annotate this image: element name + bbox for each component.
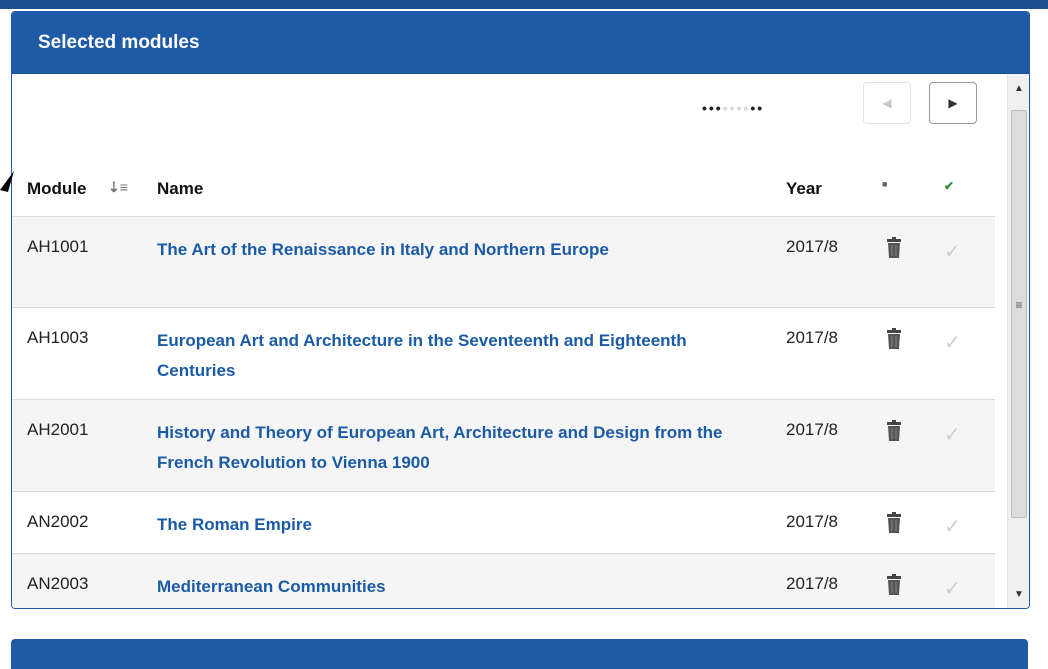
module-name-link[interactable]: The Art of the Renaissance in Italy and … [157,235,767,265]
sort-icon[interactable]: ⇣≡ [108,179,128,196]
module-code: AH2001 [27,420,89,439]
trash-icon[interactable] [886,512,902,534]
trash-icon[interactable] [886,237,902,259]
mouse-cursor-icon [0,171,14,192]
trash-icon[interactable] [886,574,902,596]
caret-left-icon: ◀ [882,96,892,110]
module-code: AH1003 [27,328,89,347]
confirm-check-icon[interactable]: ✓ [944,239,961,264]
module-code: AH1001 [27,237,89,256]
table-row: AH1003 European Art and Architecture in t… [12,307,995,399]
table-header: Module ⇣≡ Name Year ■ ✔ [12,165,1007,215]
scroll-up-icon[interactable]: ▲ [1008,78,1029,100]
table-row: AN2002 The Roman Empire 2017/8 ✓ [12,491,995,553]
page-indicator-dots: ••••••••• [702,100,765,116]
module-name-link[interactable]: The Roman Empire [157,510,767,540]
module-name-link[interactable]: European Art and Architecture in the Sev… [157,326,767,386]
next-page-button[interactable]: ▶ [929,82,977,124]
module-name-link[interactable]: Mediterranean Communities [157,572,767,602]
scroll-down-icon[interactable]: ▼ [1008,584,1029,606]
delete-column-icon: ■ [882,179,888,189]
table-row: AH2001 History and Theory of European Art… [12,399,995,491]
panel-title: Selected modules [12,12,1029,74]
module-code: AN2002 [27,512,89,531]
confirm-column-icon: ✔ [944,179,955,193]
module-name-link[interactable]: History and Theory of European Art, Arch… [157,418,767,478]
module-year: 2017/8 [786,237,838,256]
module-year: 2017/8 [786,328,838,347]
prev-page-button[interactable]: ◀ [863,82,911,124]
pager: ••••••••• ◀ ▶ [12,82,1007,142]
module-year: 2017/8 [786,512,838,531]
column-name[interactable]: Name [157,179,203,199]
grip-icon: ≡ [1015,298,1023,312]
panel-body: ••••••••• ◀ ▶ Module ⇣≡ Name Year ■ ✔ AH… [12,74,1029,608]
confirm-check-icon[interactable]: ✓ [944,422,961,447]
column-year[interactable]: Year [786,179,822,199]
top-accent-bar [0,0,1048,9]
table-row: AH1001 The Art of the Renaissance in Ital… [12,216,995,307]
module-year: 2017/8 [786,420,838,439]
vertical-scrollbar[interactable]: ▲ ≡ ▼ [1007,74,1029,608]
confirm-check-icon[interactable]: ✓ [944,576,961,601]
module-year: 2017/8 [786,574,838,593]
selected-modules-panel: Selected modules ••••••••• ◀ ▶ Module ⇣≡… [11,11,1030,609]
module-code: AN2003 [27,574,89,593]
caret-right-icon: ▶ [948,96,958,110]
confirm-check-icon[interactable]: ✓ [944,514,961,539]
scroll-thumb[interactable]: ≡ [1011,110,1027,518]
trash-icon[interactable] [886,328,902,350]
column-module[interactable]: Module [27,179,87,199]
confirm-check-icon[interactable]: ✓ [944,330,961,355]
trash-icon[interactable] [886,420,902,442]
next-panel-header [11,639,1028,669]
table-row: AN2003 Mediterranean Communities 2017/8 ✓ [12,553,995,608]
